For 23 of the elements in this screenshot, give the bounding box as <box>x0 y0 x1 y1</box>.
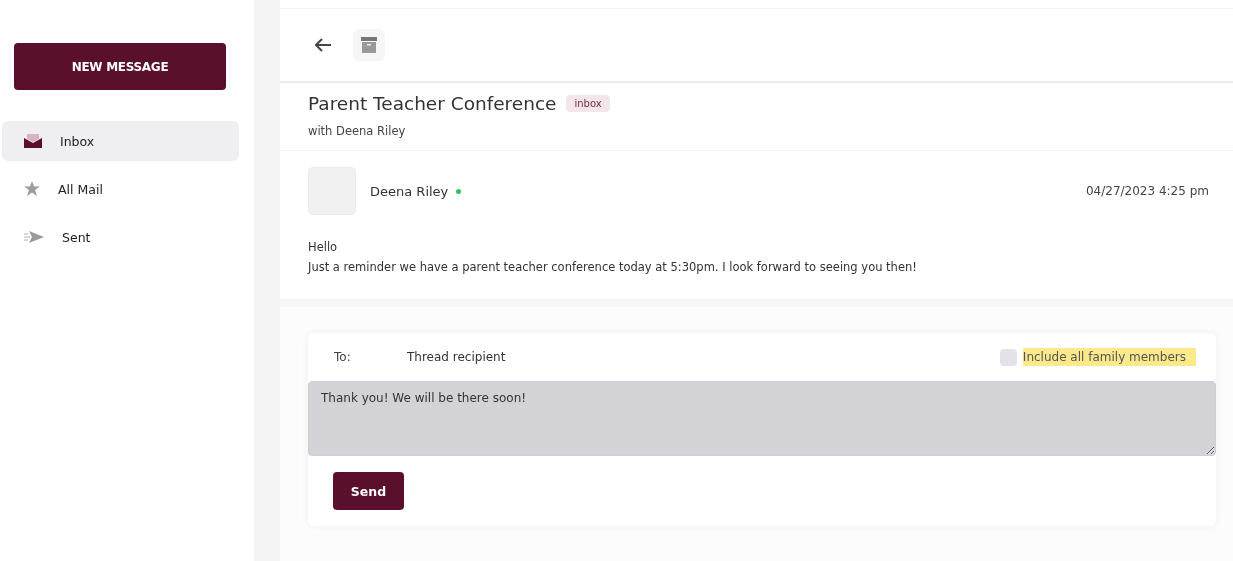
checkbox-label: Include all family members <box>1022 348 1196 366</box>
back-arrow-icon <box>315 38 331 52</box>
send-button[interactable]: Send <box>333 472 404 510</box>
recipient-value: Thread recipient <box>407 350 506 364</box>
sidebar-item[interactable]: Inbox <box>2 121 239 161</box>
sidebar-item[interactable]: Sent <box>2 217 239 257</box>
checkbox[interactable] <box>999 348 1017 366</box>
send-icon <box>24 231 44 243</box>
new-message-button[interactable]: NEW MESSAGE <box>14 43 226 90</box>
thread-participants: with Deena Riley <box>308 124 407 138</box>
star-icon <box>24 181 40 197</box>
sidebar-item[interactable]: All Mail <box>2 169 239 209</box>
sender-name: Deena Riley <box>370 183 449 199</box>
message-input-field[interactable]: Thank you! We will be there soon! <box>308 381 1216 456</box>
envelope-icon <box>24 134 42 148</box>
message-text: Hello <box>308 239 339 256</box>
archive-button[interactable] <box>353 29 385 61</box>
message-date: 04/27/2023 4:25 pm <box>1085 184 1209 198</box>
archive-box-icon <box>361 37 377 53</box>
inbox-tag: inbox <box>566 95 610 112</box>
to-label: To: <box>334 350 352 364</box>
message-text: Just a reminder we have a parent teacher conference today at 5:30pm. I look forward to seeing you then! <box>308 259 918 276</box>
thread-title: Parent Teacher Conference <box>308 93 557 114</box>
